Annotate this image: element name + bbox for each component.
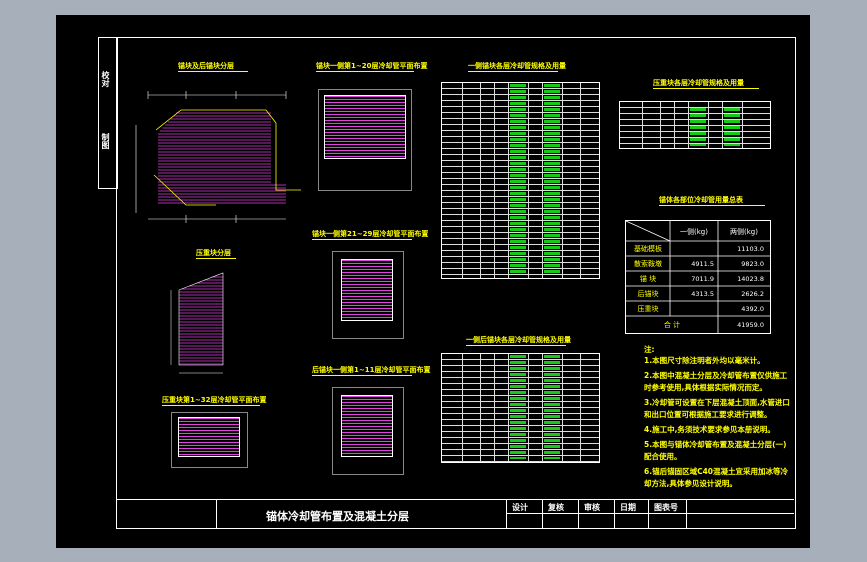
- note-line: 4.施工中,务须技术要求参见本册说明。: [644, 425, 775, 434]
- view-title-rear-anchor-pipe: 后锚块一侧第1~11层冷却管平面布置: [312, 366, 431, 374]
- view-title-anchor-pipe-1-20: 锚块一侧第1~20层冷却管平面布置: [316, 62, 428, 70]
- summary-table: 一侧(kg) 两侧(kg) 基础模板 11103.0 散索鞍墩 4911.5 9…: [625, 220, 771, 334]
- summary-row-name: 后锚块: [637, 290, 659, 298]
- underline: [659, 205, 765, 206]
- summary-col-header: 一侧(kg): [680, 228, 708, 236]
- underline: [316, 71, 414, 72]
- table-fill: [510, 355, 526, 459]
- table-fill: [544, 355, 560, 459]
- summary-row-name: 锚 块: [639, 275, 657, 283]
- title-block-date: 日期: [620, 503, 636, 512]
- underline: [312, 375, 412, 376]
- summary-row-name: 散索鞍墩: [634, 260, 662, 268]
- title-block-audit: 审核: [584, 503, 600, 512]
- summary-row-two: 11103.0: [737, 245, 764, 253]
- note-line: 2.本图中混凝土分层及冷却管布置仅供施工: [644, 371, 788, 380]
- dim-frame: [332, 387, 404, 475]
- note-line: 配合使用。: [644, 452, 682, 461]
- summary-col-header: 两侧(kg): [730, 228, 758, 236]
- summary-row-one: 4911.5: [691, 260, 714, 268]
- table-fill: [724, 108, 740, 146]
- view-title-anchor-pipe-21-29: 锚块一侧第21~29层冷却管平面布置: [312, 230, 429, 238]
- summary-total-value: 41959.0: [737, 321, 764, 329]
- summary-row-two: 4392.0: [741, 305, 764, 313]
- note-line: 6.锚后锚固区域C40混凝土宜采用加冰等冷: [644, 467, 789, 476]
- underline: [312, 239, 412, 240]
- rear-anchor-pipe-spec-table: [441, 353, 600, 463]
- table-fill: [510, 84, 526, 274]
- pressure-layer-drawing: [170, 272, 224, 374]
- title-block-review: 复核: [548, 503, 564, 512]
- note-line: 5.本图与锚体冷却管布置及混凝土分层(一): [644, 440, 787, 449]
- note-line: 3.冷却管可设置在下层混凝土顶面,水管进口: [644, 398, 790, 407]
- left-strip: [98, 37, 118, 189]
- note-line: 和出口位置可根据施工要求进行调整。: [644, 410, 772, 419]
- table-title-anchor-pipe: 一侧锚块各层冷却管规格及用量: [468, 62, 566, 70]
- underline: [196, 258, 236, 259]
- underline: [653, 88, 759, 89]
- summary-total-label: 合 计: [663, 321, 681, 329]
- dim-frame: [332, 251, 404, 339]
- underline: [162, 405, 260, 406]
- summary-row-one: 4313.5: [691, 290, 714, 298]
- summary-row-two: 9823.0: [741, 260, 764, 268]
- table-title-rear-anchor-pipe: 一侧后锚块各层冷却管规格及用量: [466, 336, 571, 344]
- anchor-pipe-spec-table: [441, 82, 600, 279]
- pressure-pipe-spec-table: [619, 101, 771, 149]
- stamp-check: 校对: [101, 71, 110, 87]
- summary-row-two: 14023.8: [737, 275, 764, 283]
- drawing-title: 锚体冷却管布置及混凝土分层: [266, 510, 409, 523]
- table-fill: [544, 84, 560, 274]
- summary-title: 锚体各部位冷却管用量总表: [659, 196, 743, 204]
- view-title-anchor-layers: 锚块及后锚块分层: [178, 62, 234, 70]
- summary-row-name: 基础模板: [634, 245, 662, 253]
- table-title-pressure-pipe: 压重块各层冷却管规格及用量: [653, 79, 744, 87]
- underline: [468, 71, 558, 72]
- anchor-layer-drawing: [135, 91, 301, 223]
- summary-row-one: 7011.9: [691, 275, 714, 283]
- view-title-pressure-pipe: 压重块第1~32层冷却管平面布置: [162, 396, 267, 404]
- title-block-drawing-no: 图表号: [654, 503, 678, 512]
- table-fill: [690, 108, 706, 146]
- summary-row-two: 2626.2: [741, 290, 764, 298]
- underline: [466, 345, 566, 346]
- summary-row-name: 压重块: [637, 305, 659, 313]
- note-line: 1.本图尺寸除注明者外均以毫米计。: [644, 356, 765, 365]
- title-block: 锚体冷却管布置及混凝土分层 设计 复核 审核 日期 图表号: [116, 499, 794, 528]
- title-block-design: 设计: [512, 503, 528, 512]
- dim-frame: [318, 89, 412, 191]
- note-line: 却方法,具体参见设计说明。: [644, 479, 737, 488]
- dim-frame: [171, 412, 248, 468]
- stamp-draw: 制图: [101, 133, 110, 149]
- note-line: 时参考使用,具体根据实际情况而定。: [644, 383, 767, 392]
- view-title-pressure-layers: 压重块分层: [196, 249, 231, 257]
- underline: [178, 71, 248, 72]
- drawing-sheet: 校对 制图 锚块及后锚块分层 锚块一侧第1~20层冷却管平面布置 压重块分层 锚…: [56, 15, 810, 548]
- notes-heading: 注:: [644, 345, 655, 354]
